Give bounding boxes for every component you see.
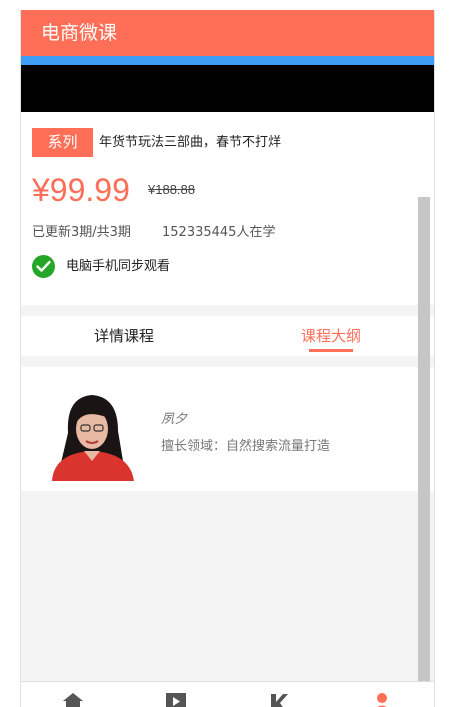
teacher-card[interactable]: 夙夕 擅长领域：自然搜索流量打造 — [21, 367, 434, 491]
home-icon[interactable] — [61, 690, 85, 707]
learner-count: 152335445人在学 — [162, 225, 276, 240]
series-badge: 系列 — [32, 128, 93, 157]
teacher-expertise: 擅长领域：自然搜索流量打造 — [161, 439, 331, 454]
course-title: 年货节玩法三部曲，春节不打烊 — [99, 135, 282, 150]
avatar — [44, 387, 140, 481]
play-icon[interactable] — [164, 690, 188, 707]
header-strip — [21, 56, 434, 65]
user-icon[interactable] — [370, 690, 394, 707]
bottom-nav — [21, 681, 434, 707]
tab-bar: 详情课程 课程大纲 — [21, 316, 434, 356]
original-price: ¥188.88 — [148, 182, 195, 197]
scrollbar[interactable] — [418, 197, 430, 682]
phone-frame: 电商微课 系列 年货节玩法三部曲，春节不打烊 ¥99.99 ¥188.88 已更… — [20, 10, 435, 707]
k-icon[interactable] — [267, 690, 291, 707]
app-header: 电商微课 — [21, 10, 434, 56]
course-info: 系列 年货节玩法三部曲，春节不打烊 ¥99.99 ¥188.88 已更新3期/共… — [21, 112, 434, 305]
tab-details[interactable]: 详情课程 — [61, 316, 187, 356]
sync-note: 电脑手机同步观看 — [66, 259, 171, 274]
app-title: 电商微课 — [41, 22, 118, 44]
course-price: ¥99.99 — [32, 172, 130, 208]
update-count: 已更新3期/共3期 — [32, 225, 131, 240]
active-tab-indicator — [309, 349, 353, 352]
video-player[interactable] — [21, 65, 434, 112]
check-icon — [32, 255, 55, 278]
teacher-name: 夙夕 — [161, 412, 188, 427]
